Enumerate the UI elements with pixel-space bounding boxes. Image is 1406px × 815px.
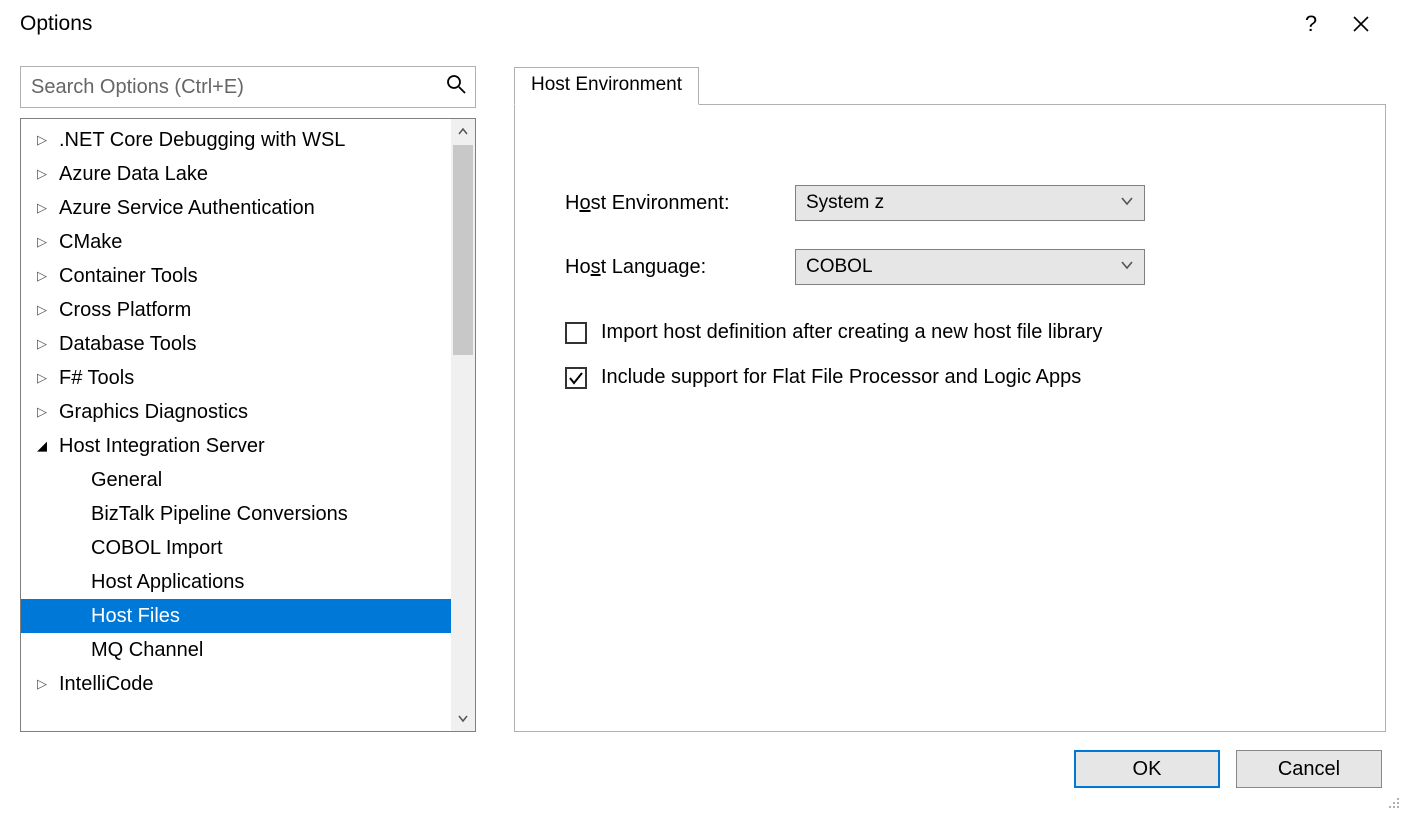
host-environment-value: System z	[806, 192, 884, 214]
search-input[interactable]	[20, 66, 476, 108]
tree-item-cmake[interactable]: ▷ CMake	[21, 225, 451, 259]
scroll-thumb[interactable]	[453, 145, 473, 355]
tree-item-label: BizTalk Pipeline Conversions	[91, 503, 348, 526]
tree-item-biztalk-pipeline-conversions[interactable]: BizTalk Pipeline Conversions	[21, 497, 451, 531]
tree-item-host-files[interactable]: Host Files	[21, 599, 451, 633]
chevron-down-icon	[1120, 256, 1134, 278]
tree-item-azure-data-lake[interactable]: ▷ Azure Data Lake	[21, 157, 451, 191]
host-environment-panel: Host Environment: System z Host Language…	[514, 104, 1386, 732]
scroll-down-icon[interactable]	[451, 705, 475, 731]
tree-item-label: Container Tools	[59, 265, 198, 288]
host-language-label: Host Language:	[565, 256, 795, 279]
options-tree: ▷ .NET Core Debugging with WSL ▷ Azure Data…	[20, 118, 476, 732]
collapsed-icon: ▷	[31, 676, 53, 692]
tree-item-label: Azure Service Authentication	[59, 197, 315, 220]
tree-scrollbar[interactable]	[451, 119, 475, 731]
collapsed-icon: ▷	[31, 404, 53, 420]
help-button[interactable]: ?	[1286, 4, 1336, 44]
tree-item-label: Host Files	[91, 605, 180, 628]
tree-item-mq-channel[interactable]: MQ Channel	[21, 633, 451, 667]
close-button[interactable]	[1336, 4, 1386, 44]
tree-item-label: Host Integration Server	[59, 435, 265, 458]
ok-button[interactable]: OK	[1074, 750, 1220, 788]
collapsed-icon: ▷	[31, 200, 53, 216]
tree-item-f-tools[interactable]: ▷ F# Tools	[21, 361, 451, 395]
collapsed-icon: ▷	[31, 336, 53, 352]
tree-item-host-applications[interactable]: Host Applications	[21, 565, 451, 599]
tree-item-graphics-diagnostics[interactable]: ▷ Graphics Diagnostics	[21, 395, 451, 429]
resize-grip-icon[interactable]	[1384, 792, 1400, 808]
tree-item-database-tools[interactable]: ▷ Database Tools	[21, 327, 451, 361]
tree-item-label: CMake	[59, 231, 122, 254]
close-icon	[1352, 15, 1370, 33]
window-title: Options	[20, 12, 1286, 36]
tree-item-container-tools[interactable]: ▷ Container Tools	[21, 259, 451, 293]
import-host-definition-checkbox[interactable]	[565, 322, 587, 344]
collapsed-icon: ▷	[31, 268, 53, 284]
tree-item-host-integration-server[interactable]: ◢ Host Integration Server	[21, 429, 451, 463]
include-flat-file-support-checkbox[interactable]	[565, 367, 587, 389]
tree-item-label: IntelliCode	[59, 673, 154, 696]
search-icon	[446, 74, 466, 100]
cancel-button[interactable]: Cancel	[1236, 750, 1382, 788]
tree-item-label: Host Applications	[91, 571, 244, 594]
scroll-track[interactable]	[451, 145, 475, 705]
collapsed-icon: ▷	[31, 132, 53, 148]
check-icon	[568, 370, 584, 386]
collapsed-icon: ▷	[31, 166, 53, 182]
tree-item-label: MQ Channel	[91, 639, 203, 662]
import-host-definition-label: Import host definition after creating a …	[601, 321, 1102, 344]
host-language-value: COBOL	[806, 256, 873, 278]
include-flat-file-support-label: Include support for Flat File Processor …	[601, 366, 1081, 389]
collapsed-icon: ▷	[31, 370, 53, 386]
tree-item-label: General	[91, 469, 162, 492]
scroll-up-icon[interactable]	[451, 119, 475, 145]
tree-item-azure-service-authentication[interactable]: ▷ Azure Service Authentication	[21, 191, 451, 225]
tree-item-label: Graphics Diagnostics	[59, 401, 248, 424]
tree-item-label: Database Tools	[59, 333, 197, 356]
tree-item-label: Cross Platform	[59, 299, 191, 322]
tree-item-net-core-debugging-with-wsl[interactable]: ▷ .NET Core Debugging with WSL	[21, 123, 451, 157]
collapsed-icon: ▷	[31, 234, 53, 250]
tree-item-label: COBOL Import	[91, 537, 223, 560]
tree-item-cross-platform[interactable]: ▷ Cross Platform	[21, 293, 451, 327]
expanded-icon: ◢	[31, 438, 53, 454]
title-bar: Options ?	[0, 0, 1406, 52]
tree-item-general[interactable]: General	[21, 463, 451, 497]
search-container	[20, 66, 476, 108]
dialog-footer: OK Cancel	[0, 732, 1406, 788]
tree-item-intellicode[interactable]: ▷ IntelliCode	[21, 667, 451, 701]
tree-item-label: F# Tools	[59, 367, 134, 390]
tab-host-environment[interactable]: Host Environment	[514, 67, 699, 105]
chevron-down-icon	[1120, 192, 1134, 214]
host-environment-select[interactable]: System z	[795, 185, 1145, 221]
host-language-select[interactable]: COBOL	[795, 249, 1145, 285]
collapsed-icon: ▷	[31, 302, 53, 318]
tree-item-label: .NET Core Debugging with WSL	[59, 129, 345, 152]
tree-item-label: Azure Data Lake	[59, 163, 208, 186]
host-environment-label: Host Environment:	[565, 192, 795, 215]
tree-item-cobol-import[interactable]: COBOL Import	[21, 531, 451, 565]
tab-strip: Host Environment	[514, 66, 1386, 104]
